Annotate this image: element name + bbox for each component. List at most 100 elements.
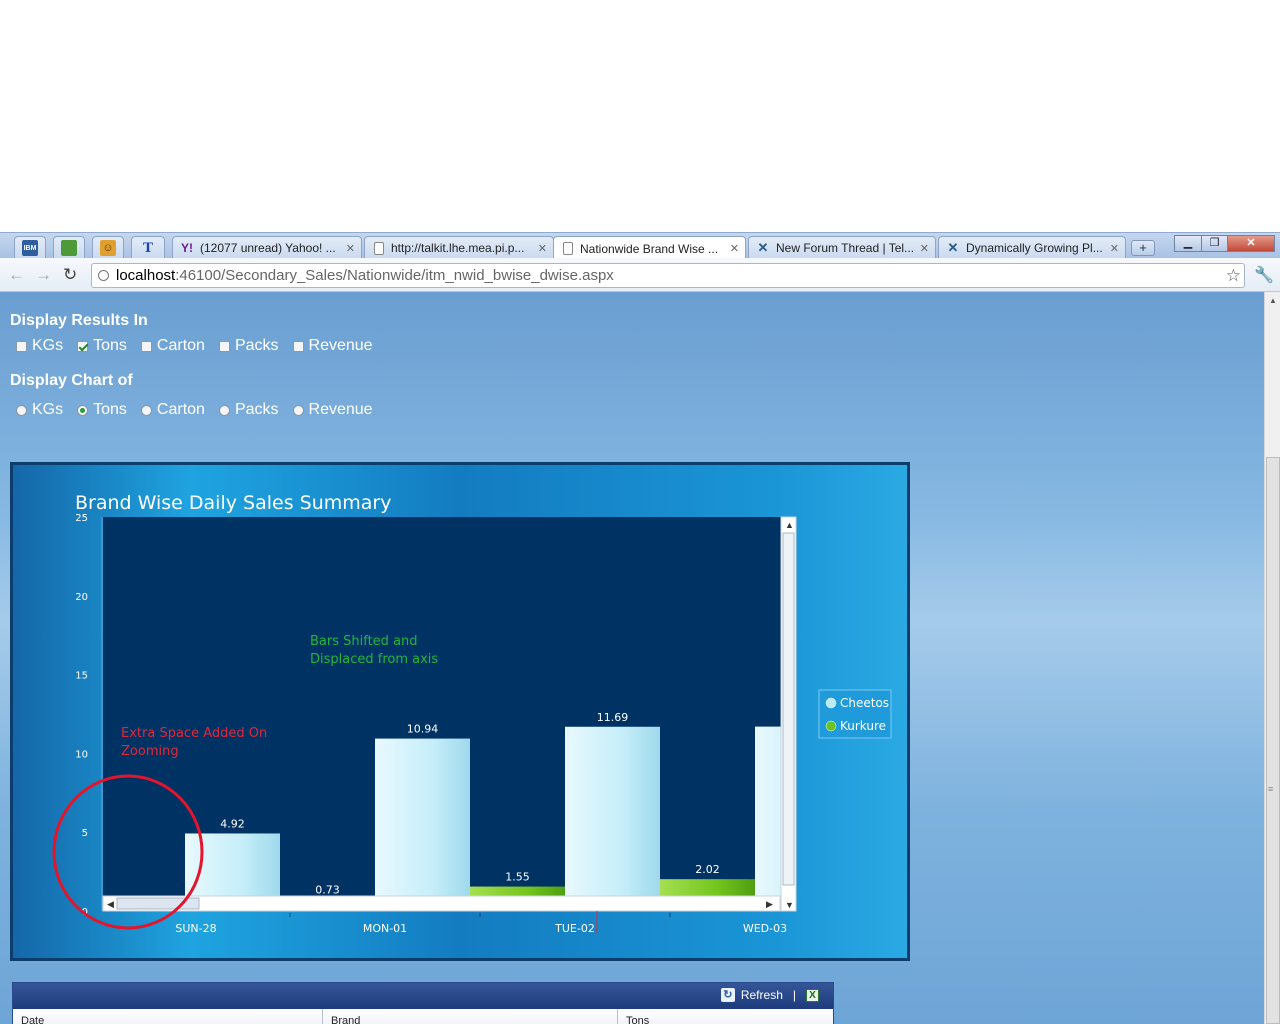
checkbox[interactable]: [218, 340, 230, 352]
y-tick-label: 5: [82, 828, 88, 839]
bookmark-star-icon[interactable]: ☆: [1226, 264, 1241, 287]
chart-hscrollbar: [102, 895, 781, 912]
tab-nationwide[interactable]: Nationwide Brand Wise ... ✕: [553, 236, 746, 260]
legend-swatch-cheetos: [825, 697, 837, 709]
chart-option-carton[interactable]: Carton: [140, 401, 205, 419]
annotation-bars-shifted: Bars Shifted and: [310, 634, 418, 649]
radio[interactable]: [218, 404, 230, 416]
radio[interactable]: [140, 404, 152, 416]
close-tab-icon[interactable]: ✕: [346, 242, 355, 255]
checkbox[interactable]: [77, 340, 89, 352]
refresh-icon[interactable]: ↻: [720, 988, 735, 1002]
maximize-button[interactable]: ❐: [1201, 235, 1228, 252]
tab-user[interactable]: ☺: [92, 236, 124, 259]
bar-cheetos: [185, 833, 280, 896]
x-tick-label: SUN-28: [175, 922, 216, 935]
checkbox[interactable]: [140, 340, 152, 352]
radio[interactable]: [77, 404, 89, 416]
bar-kurkure: [660, 879, 755, 896]
tab-title: Dynamically Growing Pl...: [966, 241, 1103, 255]
bar-cheetos: [375, 738, 470, 896]
scroll-up-arrow-icon[interactable]: ▲: [1269, 296, 1277, 305]
column-header-brand[interactable]: Brand: [323, 1009, 618, 1024]
tab-yahoo[interactable]: Y! (12077 unread) Yahoo! ... ✕: [172, 236, 362, 259]
user-favicon-icon: ☺: [100, 240, 116, 256]
telerik-favicon-icon: ✕: [947, 240, 959, 255]
chart-option-revenue[interactable]: Revenue: [292, 401, 373, 419]
chart-option-packs[interactable]: Packs: [218, 401, 279, 419]
legend-label-kurkure: Kurkure: [840, 719, 886, 733]
checkbox[interactable]: [292, 340, 304, 352]
close-tab-icon[interactable]: ✕: [1110, 242, 1119, 255]
checkbox[interactable]: [16, 340, 27, 352]
scroll-right-arrow-icon: ▶: [766, 899, 773, 909]
results-option-packs[interactable]: Packs: [218, 337, 279, 355]
results-option-carton[interactable]: Carton: [140, 337, 205, 355]
results-option-kgs[interactable]: KGs: [16, 337, 63, 355]
y-tick-label: 25: [75, 513, 88, 524]
back-arrow-icon[interactable]: ←: [8, 265, 25, 285]
address-bar[interactable]: localhost:46100/Secondary_Sales/Nationwi…: [91, 263, 1245, 288]
column-header-date[interactable]: Date: [13, 1009, 323, 1024]
page-scrollbar[interactable]: ▲ ≡: [1264, 292, 1280, 1024]
data-label: 2.02: [695, 863, 720, 876]
bar-chart: Brand Wise Daily Sales Summary0510152025…: [52, 492, 892, 935]
tab-t[interactable]: T: [131, 236, 165, 259]
chart-title: Brand Wise Daily Sales Summary: [75, 492, 391, 514]
radio[interactable]: [16, 404, 27, 416]
tab-forum-thread[interactable]: ✕ New Forum Thread | Tel... ✕: [748, 236, 936, 259]
scroll-grip-icon: ≡: [1268, 784, 1274, 794]
data-label: 4.92: [220, 817, 245, 830]
annotation-extra-space: Extra Space Added On: [121, 726, 267, 741]
results-option-revenue[interactable]: Revenue: [292, 337, 373, 355]
minimize-button[interactable]: ▁: [1174, 235, 1202, 252]
x-tick-label: TUE-02: [554, 922, 595, 935]
y-tick-label: 10: [75, 749, 88, 760]
chart-option-kgs[interactable]: KGs: [16, 401, 63, 419]
grid-tools: ↻ Refresh | X: [720, 988, 819, 1002]
data-label: 1.55: [505, 871, 530, 884]
data-label: 0.73: [315, 883, 340, 896]
url-path: :46100/Secondary_Sales/Nationwide/itm_nw…: [175, 267, 614, 284]
close-tab-icon[interactable]: ✕: [920, 242, 929, 255]
annotation-extra-space: Zooming: [121, 744, 179, 759]
forward-arrow-icon[interactable]: →: [35, 265, 52, 285]
tab-title: (12077 unread) Yahoo! ...: [200, 241, 336, 255]
new-tab-button[interactable]: +: [1131, 240, 1155, 256]
chart-of-options: KGs Tons Carton Packs Revenue: [16, 401, 387, 419]
toolbar-separator: |: [792, 988, 796, 1002]
tab-stack[interactable]: [53, 236, 85, 259]
refresh-button[interactable]: Refresh: [741, 988, 783, 1002]
column-header-tons[interactable]: Tons: [618, 1009, 833, 1024]
yahoo-favicon-icon: Y!: [181, 241, 193, 255]
ibm-favicon-icon: IBM: [22, 240, 38, 256]
scroll-up-arrow-icon: ▲: [785, 520, 794, 530]
scroll-down-arrow-icon: ▼: [785, 900, 794, 910]
tab-talkit[interactable]: http://talkit.lhe.mea.pi.p... ✕: [364, 236, 554, 259]
browser-tab-strip: IBM ☺ T Y! (12077 unread) Yahoo! ... ✕ h…: [0, 232, 1280, 260]
tab-title: http://talkit.lhe.mea.pi.p...: [391, 241, 525, 255]
chart-of-title: Display Chart of: [10, 372, 133, 389]
legend-label-cheetos: Cheetos: [840, 696, 889, 710]
page-info-icon: [98, 270, 109, 281]
export-excel-icon[interactable]: X: [806, 988, 819, 1002]
tab-dynamically-growing[interactable]: ✕ Dynamically Growing Pl... ✕: [938, 236, 1126, 259]
results-title: Display Results In: [10, 312, 148, 329]
radio[interactable]: [292, 404, 304, 416]
results-option-tons[interactable]: Tons: [77, 337, 127, 355]
x-tick-label: MON-01: [363, 922, 407, 935]
chart-option-tons[interactable]: Tons: [77, 401, 127, 419]
tab-ibm[interactable]: IBM: [14, 236, 46, 259]
telerik-favicon-icon: ✕: [757, 240, 769, 255]
legend-swatch-kurkure: [825, 720, 837, 732]
wrench-menu-icon[interactable]: 🔧: [1254, 265, 1274, 285]
scroll-thumb[interactable]: [1266, 457, 1280, 1024]
close-tab-icon[interactable]: ✕: [730, 242, 739, 255]
close-tab-icon[interactable]: ✕: [538, 242, 547, 255]
close-window-button[interactable]: ✕: [1227, 235, 1275, 252]
grid-header-row: Date Brand Tons: [13, 1009, 833, 1024]
y-tick-label: 15: [75, 671, 88, 682]
page-favicon-icon: [563, 242, 573, 255]
reload-icon[interactable]: ↻: [63, 265, 77, 285]
browser-toolbar: ← → ↻ localhost:46100/Secondary_Sales/Na…: [0, 258, 1280, 292]
